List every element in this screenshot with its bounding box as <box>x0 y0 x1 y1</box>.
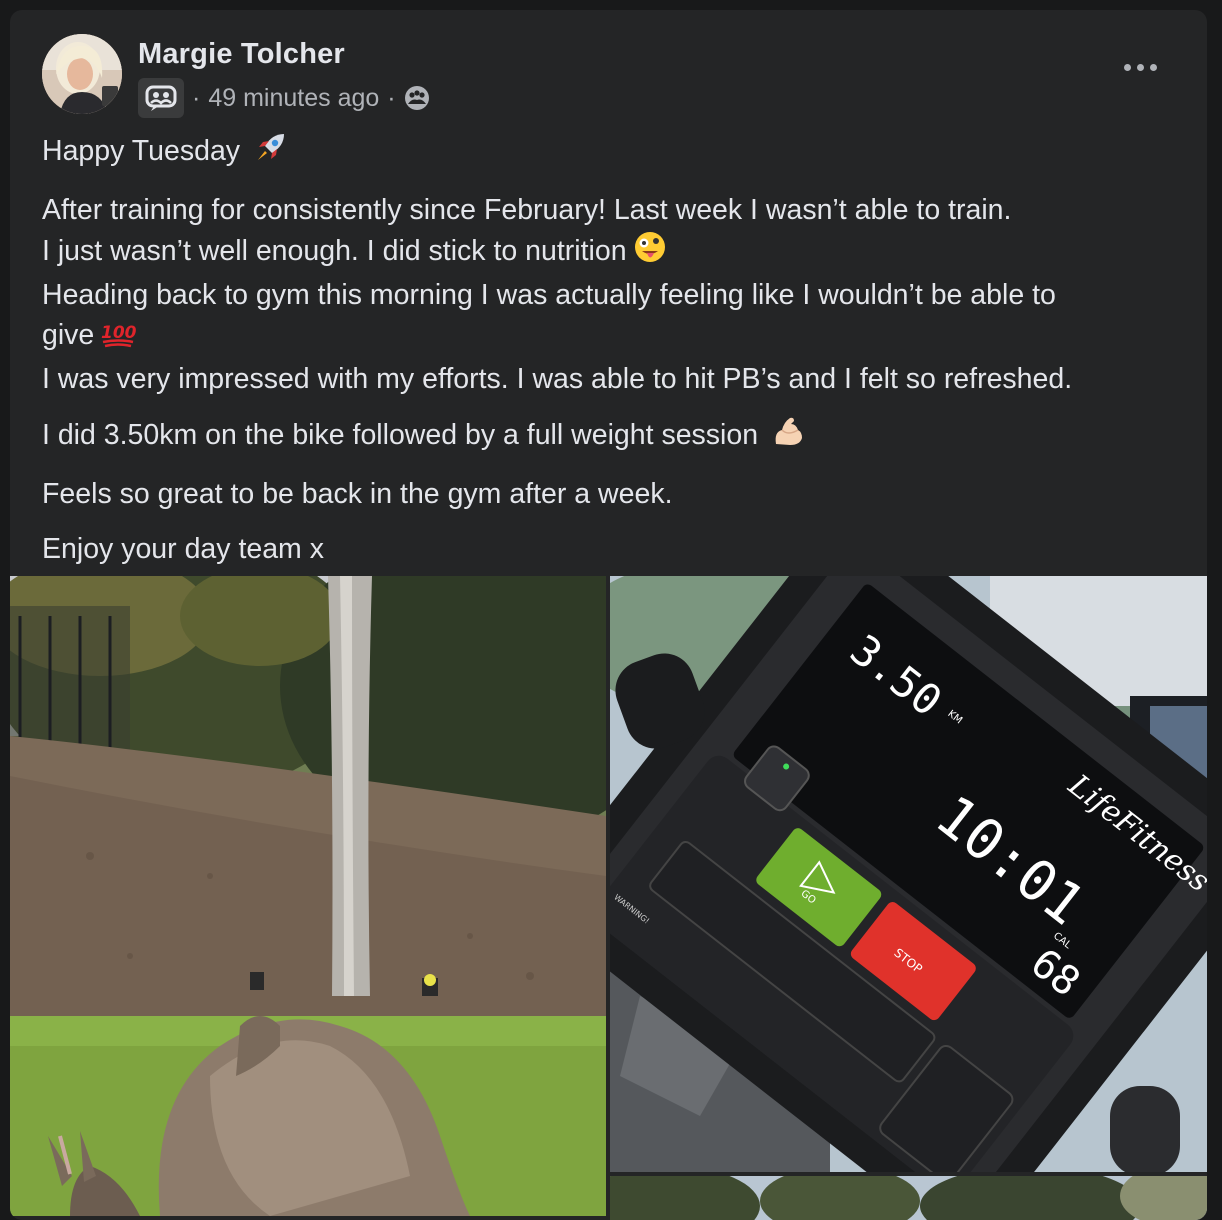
post-line: After training for consistently since Fe… <box>42 194 1012 226</box>
rocket-emoji <box>254 130 288 175</box>
members-audience-icon[interactable] <box>404 85 430 111</box>
zany-face-emoji <box>633 230 667 275</box>
photo-grid: 3.50 KM LifeFitness 10:01 68 CAL GO STOP… <box>10 576 1207 1220</box>
meta-separator: · <box>387 83 396 112</box>
closing-line: Enjoy your day team x <box>42 533 324 565</box>
avatar-image <box>42 34 122 114</box>
hundred-points-emoji: 100 <box>100 318 137 359</box>
post-line: I was very impressed with my efforts. I … <box>42 363 1073 395</box>
post-line: I just wasn’t well enough. I did stick t… <box>42 235 627 267</box>
post-timestamp[interactable]: 49 minutes ago <box>208 84 379 113</box>
post-card: Margie Tolcher · 49 minutes ago · Happy … <box>10 10 1207 1220</box>
kangaroo-photo[interactable] <box>10 576 606 1216</box>
more-options-icon[interactable] <box>1124 64 1157 71</box>
flexed-biceps-emoji <box>772 414 806 459</box>
bike-console-photo[interactable]: 3.50 KM LifeFitness 10:01 68 CAL GO STOP… <box>610 576 1207 1172</box>
post-line: give <box>42 319 95 351</box>
post-meta: · 49 minutes ago · <box>138 78 430 118</box>
trees-photo[interactable] <box>610 1176 1207 1220</box>
feels-line: Feels so great to be back in the gym aft… <box>42 478 673 510</box>
author-name[interactable]: Margie Tolcher <box>138 38 345 71</box>
group-chat-icon[interactable] <box>138 78 184 118</box>
greeting-text: Happy Tuesday <box>42 135 241 167</box>
post-line: Heading back to gym this morning I was a… <box>42 279 1056 311</box>
avatar[interactable] <box>42 34 122 114</box>
post-header: Margie Tolcher · 49 minutes ago · <box>42 34 1175 118</box>
post-body: Happy Tuesday After training for consist… <box>42 130 1177 584</box>
bike-line: I did 3.50km on the bike followed by a f… <box>42 419 759 451</box>
meta-separator: · <box>192 83 201 112</box>
